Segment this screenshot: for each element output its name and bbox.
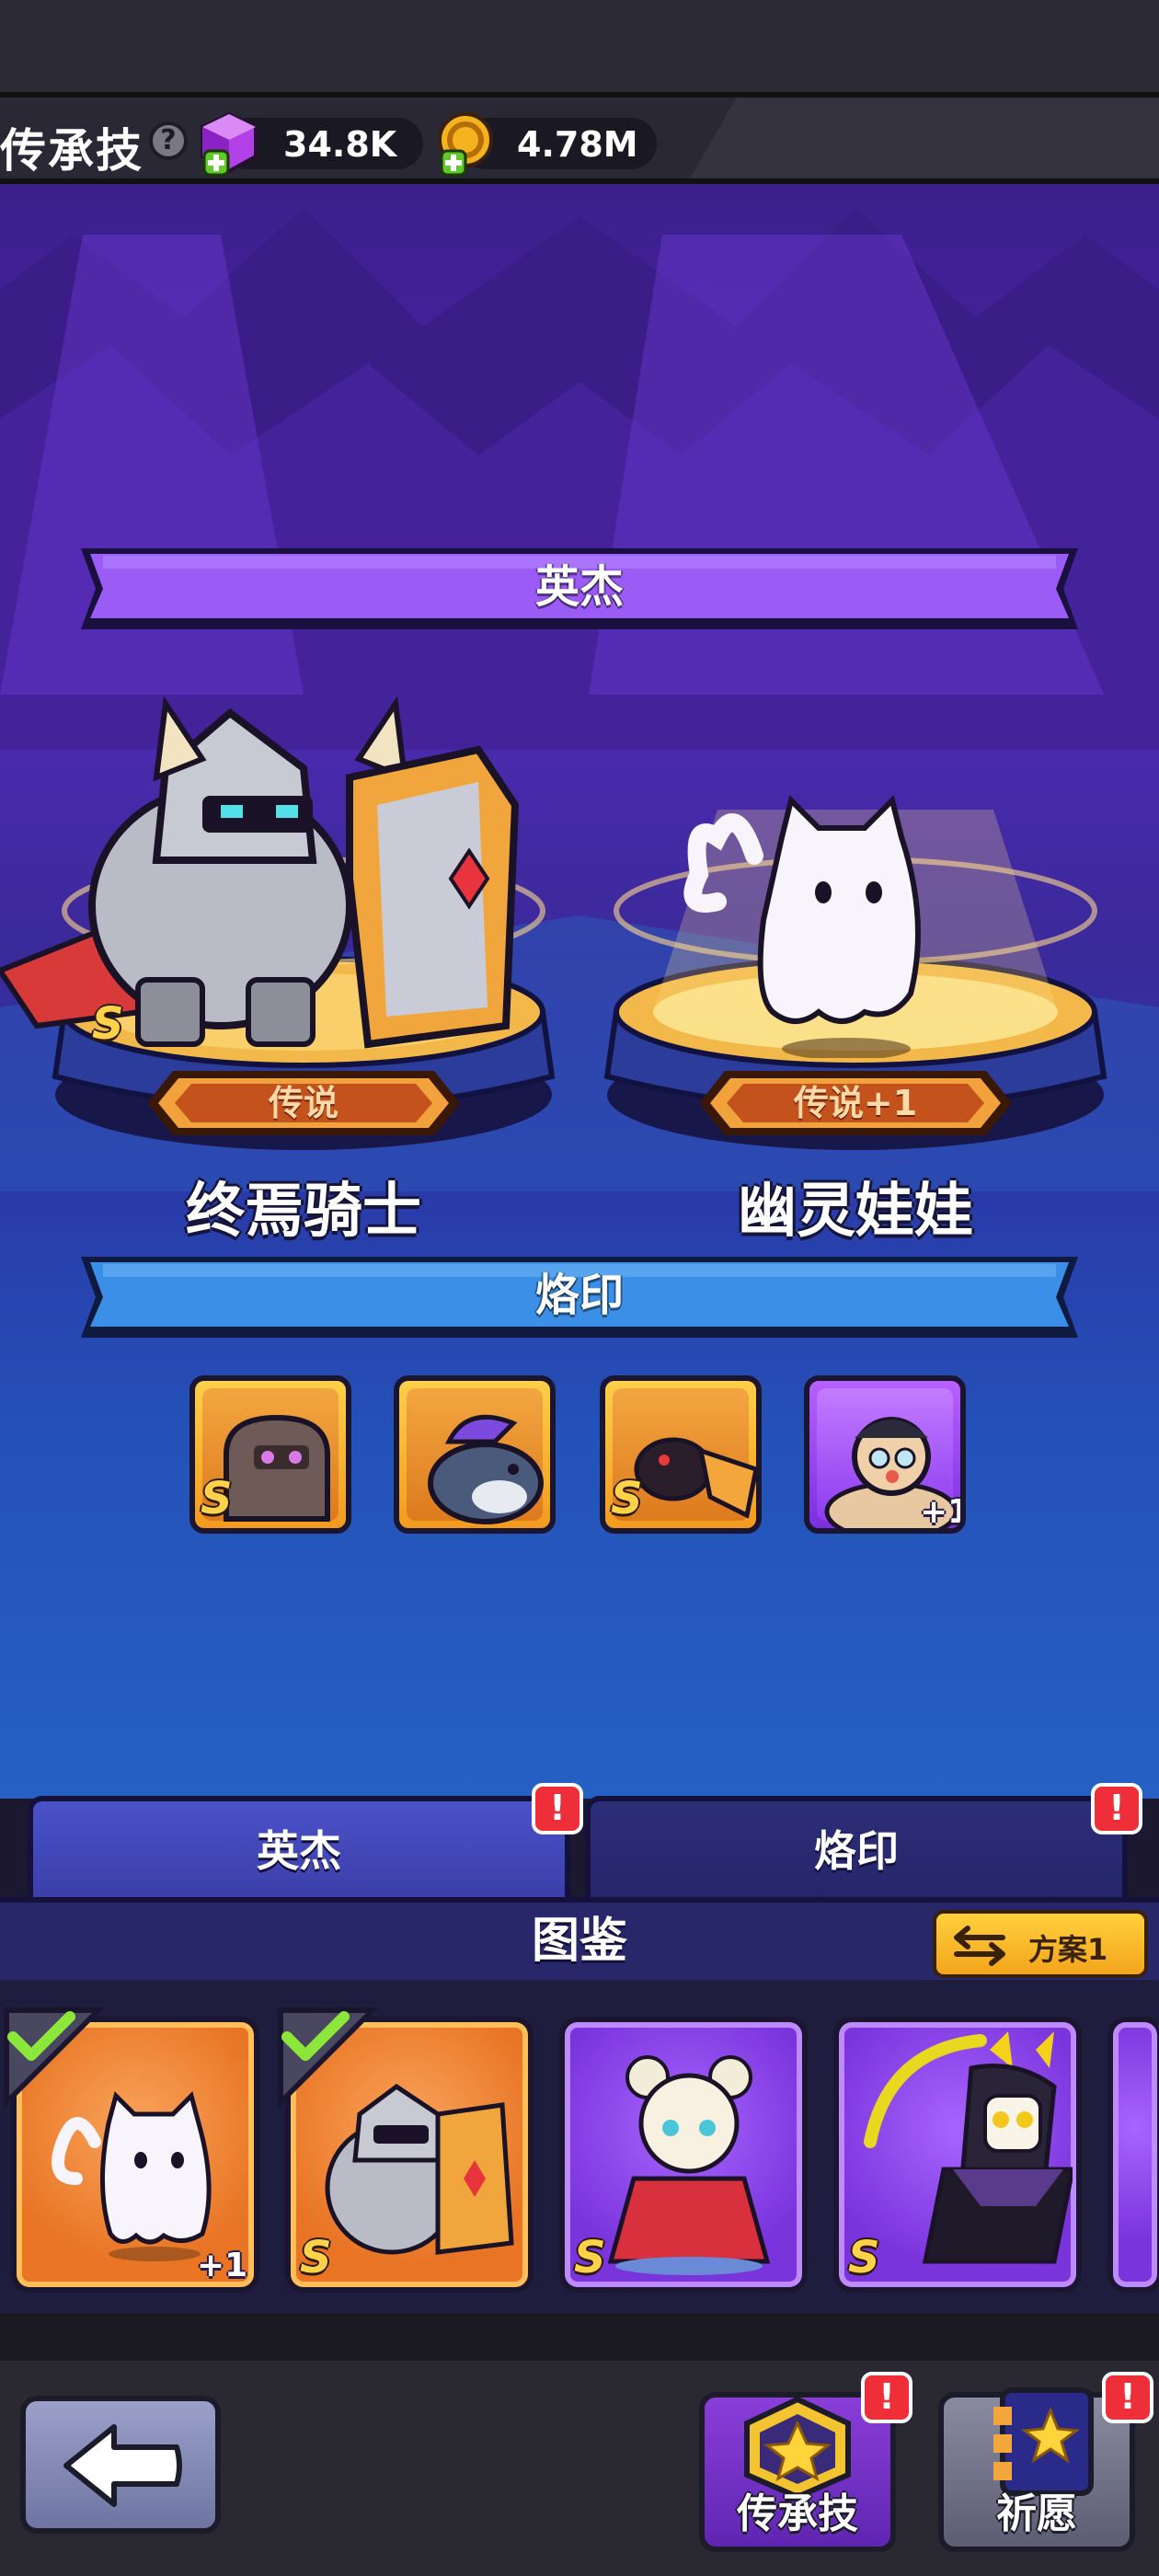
imprint-bonus-badge: +1 bbox=[920, 1493, 966, 1531]
hero-rank-text: 传说+1 bbox=[793, 1083, 918, 1123]
ghost-doll-hero[interactable] bbox=[681, 782, 957, 1058]
resource-bar: 传承技 ? 34.8K 4.78M bbox=[0, 92, 1159, 184]
top-strip bbox=[0, 0, 1159, 92]
tab-heroes[interactable]: 英杰 bbox=[28, 1796, 570, 1903]
hero-rank-plate: 传说 bbox=[147, 1067, 460, 1139]
codex-card-list[interactable]: +1 S S S bbox=[0, 1980, 1159, 2313]
wish-label: 祈愿 bbox=[996, 2490, 1077, 2537]
card-grade-badge: S bbox=[300, 2232, 332, 2283]
hero-banner: 英杰 bbox=[81, 545, 1078, 633]
imprint-grade-badge: S bbox=[611, 1473, 643, 1524]
arrow-left-icon bbox=[63, 2424, 182, 2507]
page-title: 传承技 bbox=[0, 124, 143, 178]
imprint-grade-badge: S bbox=[201, 1473, 233, 1524]
gem-value: 34.8K bbox=[283, 124, 397, 165]
legacy-skill-label: 传承技 bbox=[737, 2490, 858, 2537]
alert-icon: ! bbox=[861, 2372, 912, 2423]
codex-header: 图鉴 方案1 bbox=[0, 1897, 1159, 1985]
alert-icon: ! bbox=[1102, 2372, 1153, 2423]
resource-bar-accent bbox=[690, 98, 1159, 178]
hero-name: 幽灵娃娃 bbox=[738, 1178, 973, 1246]
imprint-slot[interactable]: S bbox=[600, 1375, 762, 1534]
hero-rank-text: 传说 bbox=[268, 1083, 339, 1123]
tab-imprints-label: 烙印 bbox=[814, 1826, 899, 1876]
card-grade-badge: S bbox=[848, 2232, 880, 2283]
fish-creature-icon bbox=[428, 1414, 544, 1524]
codex-card[interactable]: S bbox=[559, 2017, 808, 2293]
imprint-slot[interactable] bbox=[394, 1375, 556, 1534]
tab-imprints[interactable]: 烙印 bbox=[585, 1796, 1128, 1903]
codex-card-partial[interactable] bbox=[1107, 2017, 1159, 2293]
plan-switch-button[interactable]: 方案1 bbox=[933, 1910, 1148, 1978]
alert-icon: ! bbox=[532, 1783, 583, 1834]
purple-gem-plus-icon[interactable] bbox=[199, 110, 259, 177]
imprint-slot[interactable]: +1 bbox=[804, 1375, 966, 1534]
card-bonus-badge: +1 bbox=[197, 2247, 248, 2284]
card-rim bbox=[1113, 2022, 1157, 2287]
selected-check-icon bbox=[278, 2007, 379, 2109]
back-button[interactable] bbox=[20, 2396, 221, 2534]
swap-arrows-icon bbox=[954, 1926, 1005, 1966]
hero-grade-badge: S bbox=[92, 998, 124, 1050]
gold-coin-plus-icon[interactable] bbox=[434, 110, 499, 177]
alert-icon: ! bbox=[1091, 1783, 1142, 1834]
reaper-icon bbox=[864, 2031, 1073, 2264]
selected-check-icon bbox=[4, 2007, 105, 2109]
imprint-banner-title: 烙印 bbox=[534, 1270, 624, 1321]
imprint-slot[interactable]: S bbox=[189, 1375, 351, 1534]
hero-rank-plate: 传说+1 bbox=[699, 1067, 1012, 1139]
gold-value: 4.78M bbox=[517, 124, 638, 165]
hero-name: 终焉骑士 bbox=[186, 1178, 421, 1246]
lady-doll-icon bbox=[607, 2055, 771, 2275]
codex-card[interactable]: S bbox=[833, 2017, 1082, 2293]
plan-switch-label: 方案1 bbox=[1028, 1932, 1108, 1967]
bottom-nav-edge bbox=[0, 2313, 1159, 2361]
doom-knight-hero[interactable] bbox=[0, 695, 552, 1063]
card-grade-badge: S bbox=[574, 2232, 606, 2283]
tab-heroes-label: 英杰 bbox=[257, 1826, 341, 1876]
hero-banner-title: 英杰 bbox=[534, 561, 624, 613]
imprint-banner: 烙印 bbox=[81, 1253, 1078, 1341]
question-circle-icon[interactable]: ? bbox=[149, 121, 188, 160]
